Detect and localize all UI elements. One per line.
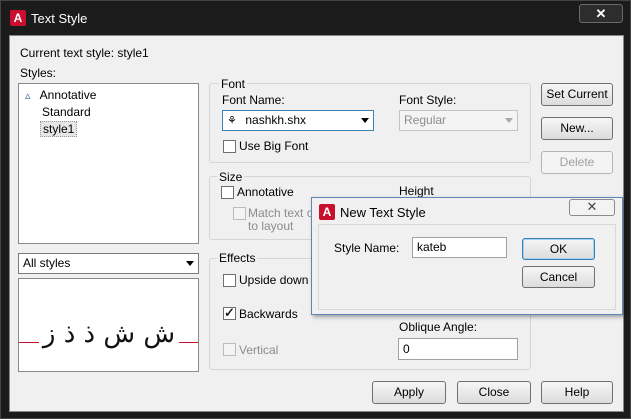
size-group-title: Size	[217, 170, 245, 184]
text-style-window: A Text Style ✕ Current text style: style…	[0, 0, 631, 419]
autocad-logo-icon: A	[319, 204, 335, 220]
preview-box: ش ش ذ ذ ز	[18, 278, 199, 372]
font-group-title: Font	[219, 77, 248, 91]
delete-style-button[interactable]: Delete	[541, 151, 613, 174]
style-name-label: Style Name:	[334, 241, 400, 255]
font-name-value: nashkh.shx	[245, 113, 307, 127]
chevron-down-icon	[186, 261, 194, 266]
apply-button[interactable]: Apply	[372, 381, 446, 404]
vertical-checkbox[interactable]	[223, 343, 236, 356]
preview-text: ش ش ذ ذ ز	[39, 319, 179, 349]
style-item-standard[interactable]: Standard	[42, 105, 91, 119]
autocad-logo-icon: A	[10, 10, 26, 26]
upside-down-label: Upside down	[239, 273, 309, 287]
match-orientation-checkbox[interactable]	[233, 207, 246, 220]
height-label: Height	[399, 184, 434, 198]
size-annotative-checkbox[interactable]	[221, 186, 234, 199]
style-item-label: Standard	[42, 105, 91, 119]
font-style-dropdown[interactable]: Regular	[399, 110, 518, 131]
current-style-value: style1	[117, 46, 149, 60]
font-style-label: Font Style:	[399, 93, 457, 107]
set-current-button[interactable]: Set Current	[541, 83, 613, 106]
match-orientation-label-2: to layout	[248, 219, 294, 233]
new-style-button[interactable]: New...	[541, 117, 613, 140]
font-name-dropdown[interactable]: ⚘ nashkh.shx	[222, 110, 374, 131]
styles-list[interactable]: ▵ Annotative Standard style1	[18, 83, 199, 244]
oblique-angle-input[interactable]: 0	[398, 338, 518, 360]
styles-filter-value: All styles	[23, 256, 71, 270]
styles-label: Styles:	[20, 66, 57, 80]
shx-compass-icon: ⚘	[227, 115, 237, 127]
current-style-line: Current text style: style1	[20, 46, 149, 60]
checkmark-icon: ✓	[224, 305, 235, 320]
cancel-button[interactable]: Cancel	[522, 266, 595, 288]
chevron-down-icon	[361, 118, 369, 123]
font-name-label: Font Name:	[222, 93, 285, 107]
new-text-style-body: Style Name: kateb OK Cancel	[318, 224, 616, 310]
new-text-style-close-button[interactable]: ✕	[569, 199, 615, 216]
font-style-value: Regular	[404, 113, 447, 127]
new-text-style-title: New Text Style	[340, 205, 426, 220]
style-item-label: style1	[43, 122, 75, 136]
ok-button[interactable]: OK	[522, 238, 595, 260]
effects-group-title: Effects	[217, 251, 258, 265]
use-big-font-checkbox[interactable]	[223, 140, 236, 153]
match-orientation-label-1: Match text or	[248, 206, 318, 220]
new-text-style-dialog: A New Text Style ✕ Style Name: kateb OK …	[311, 197, 623, 315]
chevron-down-icon	[505, 118, 513, 123]
backwards-label: Backwards	[239, 307, 298, 321]
current-style-label: Current text style:	[20, 46, 115, 60]
style-item-label: Annotative	[39, 88, 97, 102]
oblique-angle-label: Oblique Angle:	[399, 320, 478, 334]
styles-filter-dropdown[interactable]: All styles	[18, 253, 199, 274]
help-button[interactable]: Help	[541, 381, 613, 404]
size-annotative-label: Annotative	[237, 185, 294, 199]
annotative-icon: ▵	[25, 90, 31, 102]
use-big-font-label: Use Big Font	[239, 139, 309, 153]
window-title: Text Style	[31, 11, 88, 26]
vertical-label: Vertical	[239, 343, 279, 357]
title-bar[interactable]: A Text Style ✕	[1, 1, 630, 35]
style-item-annotative[interactable]: ▵ Annotative	[25, 88, 96, 102]
window-close-button[interactable]: ✕	[579, 4, 623, 23]
close-button[interactable]: Close	[457, 381, 531, 404]
style-name-input[interactable]: kateb	[412, 237, 507, 258]
style-item-style1[interactable]: style1	[40, 121, 78, 137]
upside-down-checkbox[interactable]	[223, 274, 236, 287]
backwards-checkbox[interactable]: ✓	[223, 305, 236, 320]
